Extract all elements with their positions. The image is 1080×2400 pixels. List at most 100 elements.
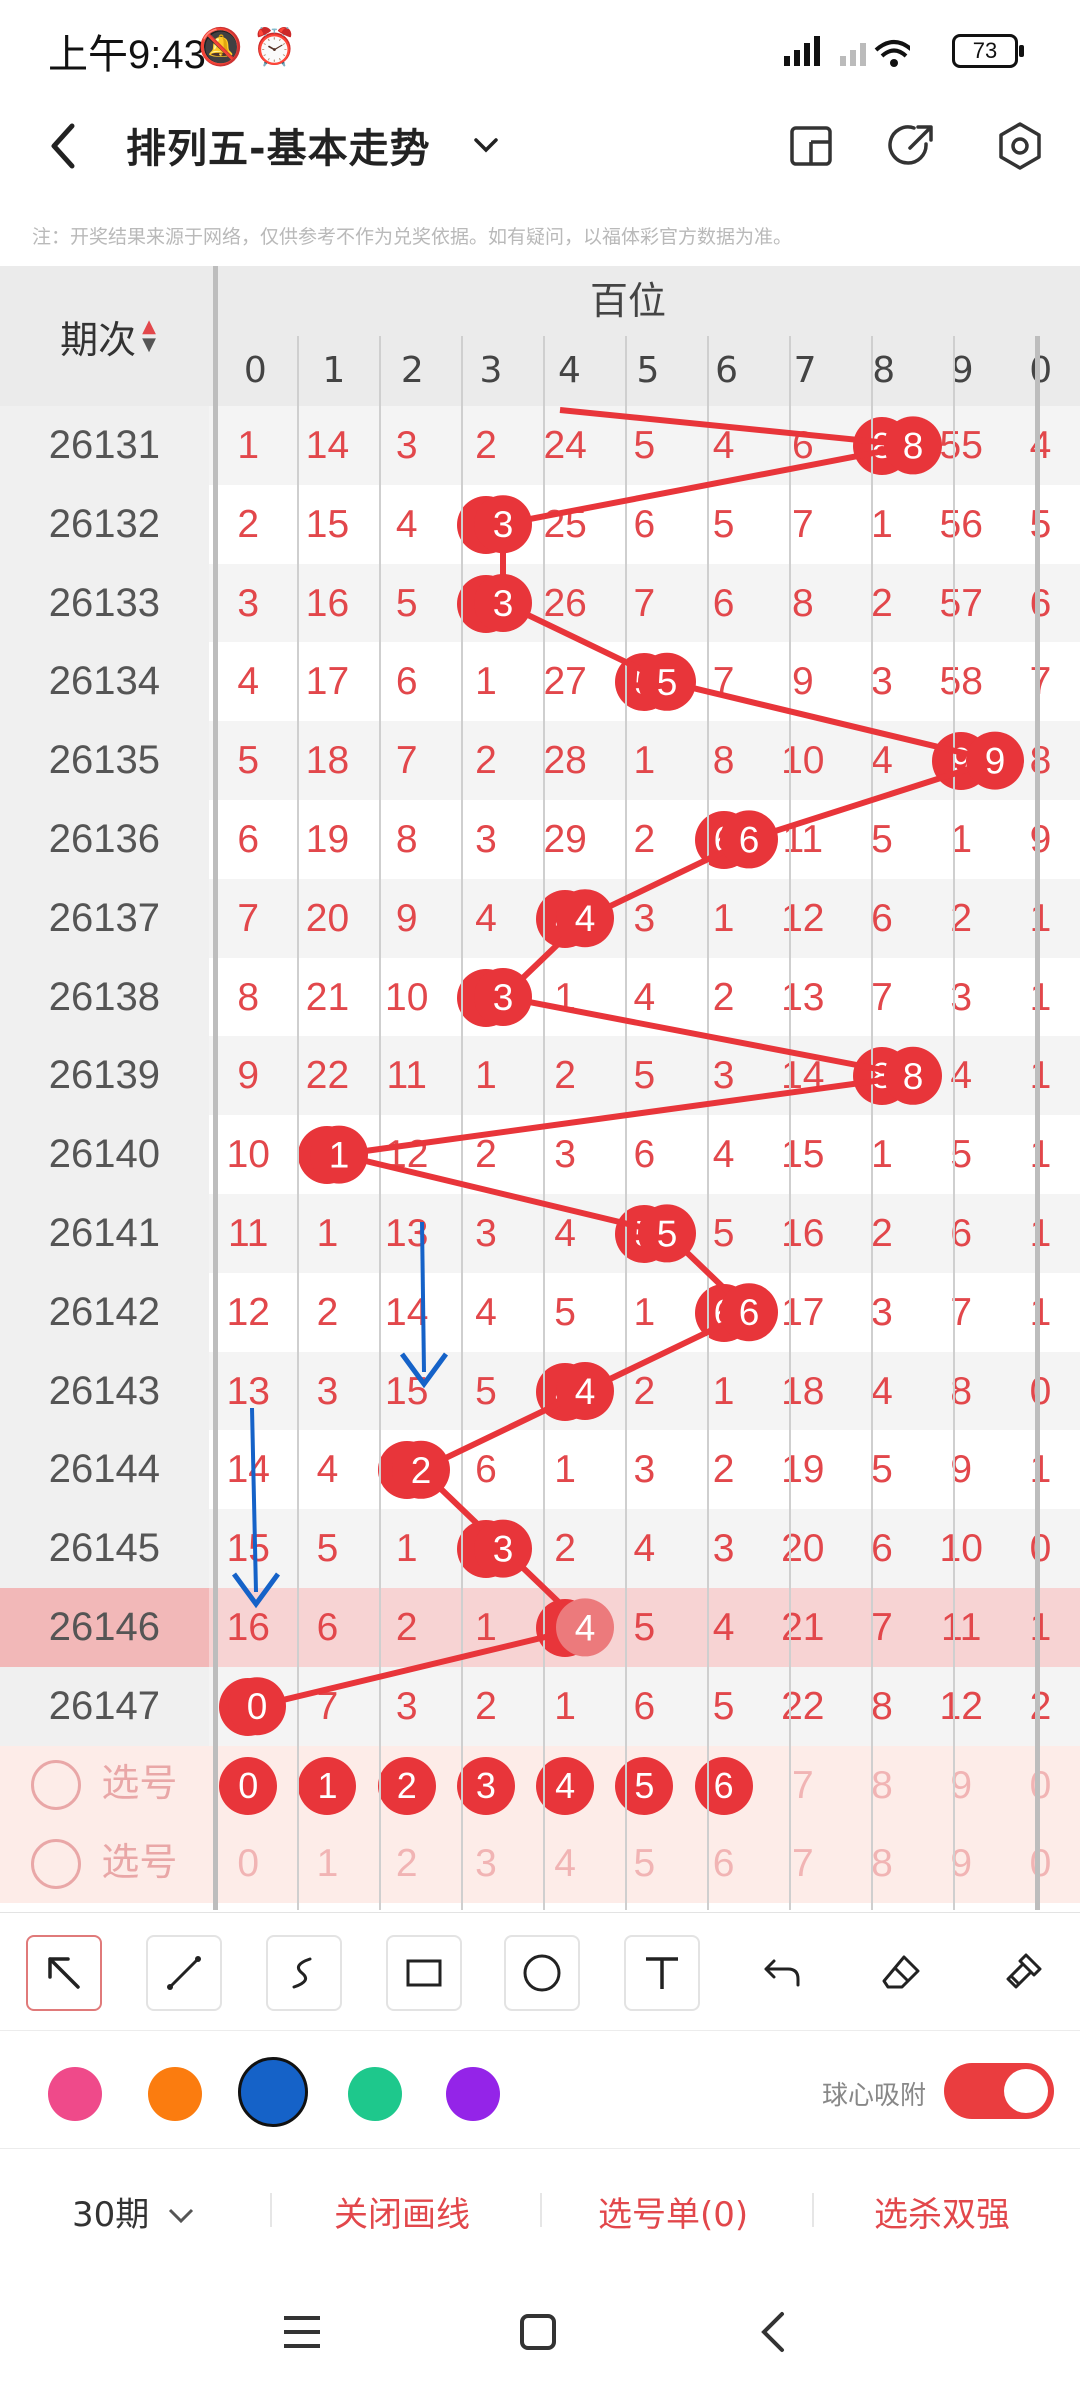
pick-ball-selected[interactable]: 1: [288, 1746, 367, 1825]
winning-ball: 8: [842, 1036, 921, 1115]
undo-icon[interactable]: [744, 1935, 820, 2011]
close-lines-button[interactable]: 关闭画线: [334, 2187, 470, 2236]
miss-count-cell: 6: [1029, 581, 1052, 625]
miss-count-cell: 2: [554, 1527, 576, 1571]
pick-ball-selected[interactable]: 0: [209, 1746, 288, 1825]
grid-line: [871, 336, 873, 1910]
miss-count-cell: 7: [871, 975, 893, 1019]
pick-ball-selected[interactable]: 6: [684, 1746, 763, 1825]
freehand-tool-icon[interactable]: [266, 1935, 342, 2011]
period-cell: 26133: [0, 563, 209, 643]
miss-count-cell: 3: [950, 975, 973, 1019]
arrow-tool-icon[interactable]: [26, 1935, 102, 2011]
app-header: 排列五-基本走势: [0, 96, 1080, 196]
clear-brush-icon[interactable]: [984, 1935, 1060, 2011]
pick-ball[interactable]: 7: [763, 1824, 842, 1903]
pick-ball[interactable]: 5: [605, 1824, 684, 1903]
circle-tool-icon[interactable]: [504, 1935, 580, 2011]
miss-count-cell: 2: [712, 1448, 735, 1492]
chevron-down-icon[interactable]: [466, 126, 506, 166]
miss-count-cell: 1: [871, 1133, 893, 1177]
miss-count-cell: 6: [316, 1605, 339, 1649]
rectangle-tool-icon[interactable]: [386, 1935, 462, 2011]
miss-count-cell: 1: [475, 1605, 497, 1649]
text-tool-icon[interactable]: [624, 1935, 700, 2011]
color-swatch-pink[interactable]: [48, 2067, 102, 2121]
settings-icon[interactable]: [994, 120, 1046, 172]
grid-line: [297, 336, 299, 1910]
pick-ball[interactable]: 0: [209, 1824, 288, 1903]
line-tool-icon[interactable]: [146, 1935, 222, 2011]
miss-count-cell: 3: [712, 1054, 735, 1098]
digit-header-2: 2: [400, 350, 424, 391]
pick-ball[interactable]: 8: [842, 1824, 921, 1903]
pick-ball[interactable]: 0: [1001, 1746, 1080, 1825]
pick-ball-selected[interactable]: 4: [526, 1746, 605, 1825]
miss-count-cell: 2: [475, 1133, 497, 1177]
miss-count-cell: 2: [712, 975, 735, 1019]
sort-icon[interactable]: ▲ ▼: [142, 318, 156, 354]
miss-count-cell: 9: [1029, 817, 1052, 861]
pick-radio[interactable]: [31, 1759, 82, 1810]
pick-ball[interactable]: 1: [288, 1824, 367, 1903]
pick-ball-selected[interactable]: 5: [605, 1746, 684, 1825]
menu-icon[interactable]: [280, 2312, 324, 2352]
pick-ball[interactable]: 9: [922, 1746, 1001, 1825]
home-icon[interactable]: [516, 2310, 560, 2354]
page-title[interactable]: 排列五-基本走势: [126, 116, 431, 174]
miss-count-cell: 4: [1029, 424, 1052, 467]
pick-ball-selected[interactable]: 3: [446, 1746, 525, 1825]
miss-count-cell: 8: [237, 975, 260, 1019]
pick-ball[interactable]: 3: [446, 1824, 525, 1903]
period-cell: 26136: [0, 799, 209, 879]
color-swatch-green[interactable]: [348, 2067, 402, 2121]
pick-row-label[interactable]: 选号: [0, 1745, 209, 1825]
pick-ball[interactable]: 0: [1001, 1824, 1080, 1903]
color-swatch-purple[interactable]: [446, 2067, 500, 2121]
miss-count-cell: 6: [871, 896, 893, 940]
pick-radio[interactable]: [31, 1838, 82, 1889]
layout-icon[interactable]: [786, 120, 838, 172]
pick-ball[interactable]: 4: [526, 1824, 605, 1903]
color-swatch-orange[interactable]: [148, 2067, 202, 2121]
miss-count-cell: 5: [237, 739, 260, 783]
miss-count-cell: 1: [1029, 1211, 1052, 1255]
pick-ball[interactable]: 8: [842, 1746, 921, 1825]
miss-count-cell: 21: [781, 1605, 825, 1649]
alarm-icon: ⏰: [252, 27, 297, 68]
pick-label: 选号: [101, 1842, 178, 1885]
pick-list-button[interactable]: 选号单(0): [598, 2187, 748, 2236]
pick-ball[interactable]: 9: [922, 1824, 1001, 1903]
back-icon[interactable]: [40, 118, 90, 174]
miss-count-cell: 7: [1029, 660, 1052, 704]
miss-count-cell: 15: [226, 1527, 270, 1571]
miss-count-cell: 5: [554, 1290, 576, 1334]
period-count-selector[interactable]: 30期: [72, 2187, 196, 2236]
share-icon[interactable]: [886, 120, 938, 172]
winning-ball: 0: [209, 1667, 288, 1746]
digit-header-0: 0: [243, 350, 267, 391]
back-nav-icon[interactable]: [752, 2310, 796, 2354]
digit-header-10: 0: [1029, 350, 1053, 391]
miss-count-cell: 10: [226, 1133, 270, 1177]
table-row: 26143 13 3 15 5 4 2 1 18 4 8 0: [0, 1351, 1080, 1431]
pick-ball[interactable]: 7: [763, 1746, 842, 1825]
period-column-header[interactable]: 期次 ▲ ▼: [0, 266, 216, 406]
winning-ball: 3: [446, 958, 525, 1037]
miss-count-cell: 5: [950, 1133, 973, 1177]
miss-count-cell: 5: [475, 1369, 497, 1413]
miss-count-cell: 4: [554, 1211, 576, 1255]
winning-ball: 4: [526, 879, 605, 958]
miss-count-cell: 4: [712, 1605, 735, 1649]
eraser-icon[interactable]: [864, 1935, 940, 2011]
pick-row-label[interactable]: 选号: [0, 1824, 209, 1904]
miss-count-cell: 0: [1029, 1527, 1052, 1571]
color-swatch-blue[interactable]: [238, 2057, 308, 2127]
miss-count-cell: 2: [950, 896, 973, 940]
kill-double-strong-button[interactable]: 选杀双强: [874, 2187, 1010, 2236]
period-cell: 26137: [0, 878, 209, 958]
snap-to-center-toggle[interactable]: [944, 2063, 1054, 2119]
pick-ball[interactable]: 6: [684, 1824, 763, 1903]
miss-count-cell: 24: [543, 424, 587, 467]
table-row: 26133 3 16 5 3 26 7 6 8 2 57 6: [0, 563, 1080, 643]
